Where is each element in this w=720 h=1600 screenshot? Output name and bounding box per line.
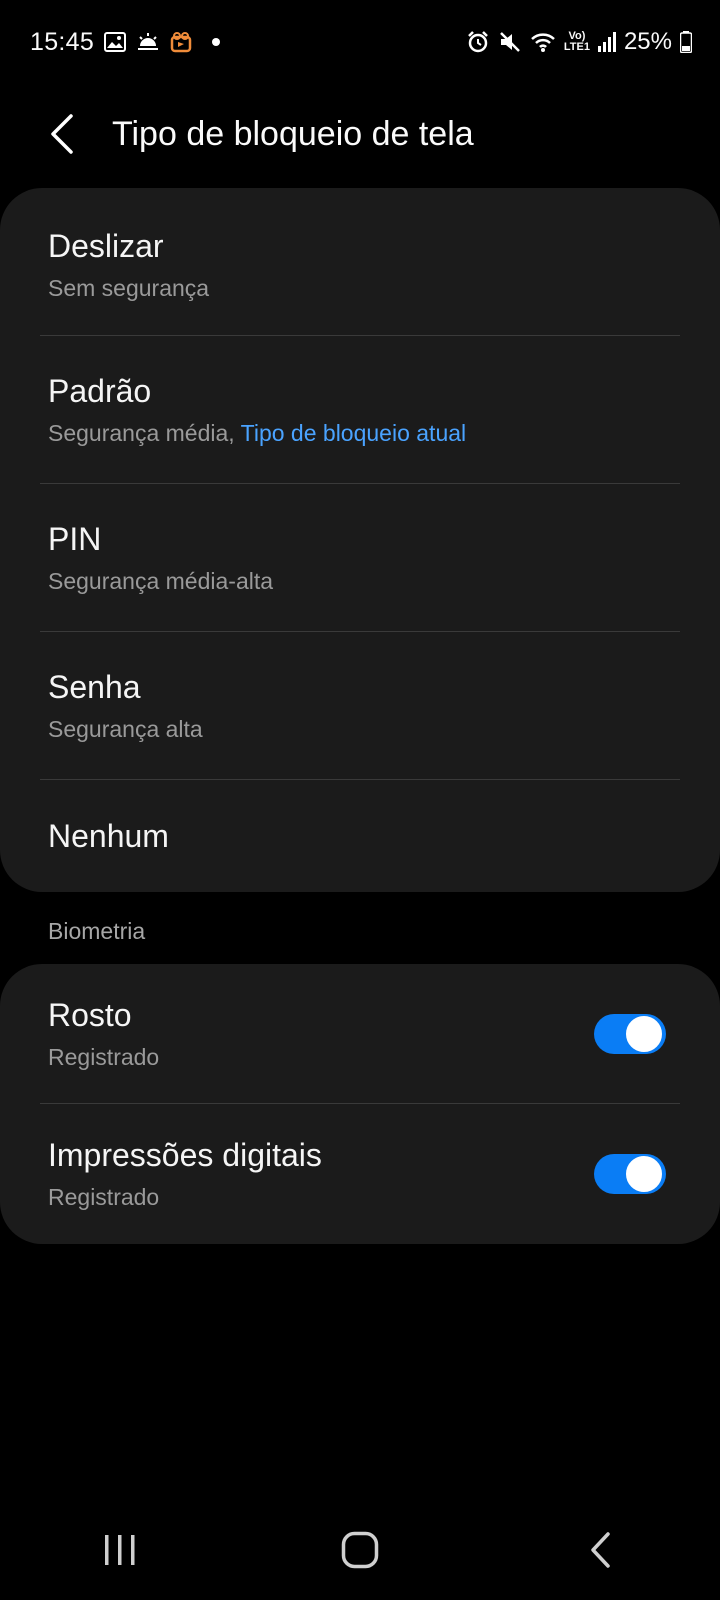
- lock-option-padrao[interactable]: Padrão Segurança média, Tipo de bloqueio…: [0, 336, 720, 484]
- toggle-knob: [624, 1154, 664, 1194]
- page-title: Tipo de bloqueio de tela: [112, 114, 474, 153]
- status-time: 15:45: [30, 27, 95, 56]
- lock-option-title: Deslizar: [48, 228, 164, 264]
- battery-percent: 25%: [623, 28, 672, 55]
- network-label: LTE1: [563, 41, 590, 53]
- status-right: Vo) LTE1 25%: [466, 28, 692, 56]
- lock-option-title: Nenhum: [48, 817, 169, 854]
- home-icon: [341, 1531, 379, 1569]
- lock-option-subtitle: Segurança média, Tipo de bloqueio atual: [48, 420, 720, 447]
- navigation-bar: [0, 1500, 720, 1600]
- status-bar: 15:45 Vo) LTE1 25%: [0, 0, 720, 84]
- recent-apps-button[interactable]: [80, 1520, 160, 1580]
- lock-option-subtitle-text: Segurança média,: [48, 420, 241, 446]
- section-label-biometrics: Biometria: [48, 918, 146, 944]
- back-nav-button[interactable]: [560, 1520, 640, 1580]
- lock-option-senha[interactable]: Senha Segurança alta: [0, 632, 720, 780]
- battery-icon: [680, 31, 692, 53]
- face-toggle[interactable]: [594, 1014, 666, 1054]
- lock-option-pin[interactable]: PIN Segurança média-alta: [0, 484, 720, 632]
- gallery-icon: [104, 32, 127, 52]
- home-button[interactable]: [320, 1520, 400, 1580]
- recent-apps-icon: [105, 1535, 135, 1565]
- header: Tipo de bloqueio de tela: [0, 84, 720, 184]
- lock-option-nenhum[interactable]: Nenhum: [0, 780, 720, 892]
- more-notifications-dot: [212, 38, 221, 46]
- mute-icon: [498, 30, 522, 54]
- lock-option-subtitle: Segurança alta: [48, 716, 203, 742]
- lock-option-title: Padrão: [48, 373, 152, 409]
- lock-option-subtitle: Segurança média-alta: [48, 568, 274, 594]
- chevron-left-icon: [51, 114, 73, 154]
- lock-option-title: PIN: [48, 521, 102, 557]
- lock-option-title: Senha: [48, 669, 141, 705]
- lock-option-deslizar[interactable]: Deslizar Sem segurança: [0, 188, 720, 336]
- biometric-item-face[interactable]: Rosto Registrado: [0, 964, 720, 1104]
- lock-types-card: Deslizar Sem segurança Padrão Segurança …: [0, 188, 720, 892]
- volte-lte-icon: Vo) LTE1: [564, 31, 590, 53]
- current-lock-type-label: Tipo de bloqueio atual: [240, 420, 467, 446]
- lock-option-subtitle: Sem segurança: [48, 275, 210, 301]
- signal-icon: [597, 32, 616, 52]
- status-left: 15:45: [30, 27, 221, 57]
- fingerprint-toggle[interactable]: [594, 1154, 666, 1194]
- biometric-item-fingerprint[interactable]: Impressões digitais Registrado: [0, 1104, 720, 1244]
- biometrics-card: Rosto Registrado Impressões digitais Reg…: [0, 964, 720, 1244]
- wifi-icon: [530, 31, 556, 53]
- weather-icon: [136, 32, 160, 52]
- app-notification-icon: [170, 31, 192, 53]
- alarm-icon: [466, 30, 490, 54]
- toggle-knob: [624, 1014, 664, 1054]
- back-nav-icon: [591, 1532, 610, 1568]
- back-button[interactable]: [32, 104, 92, 164]
